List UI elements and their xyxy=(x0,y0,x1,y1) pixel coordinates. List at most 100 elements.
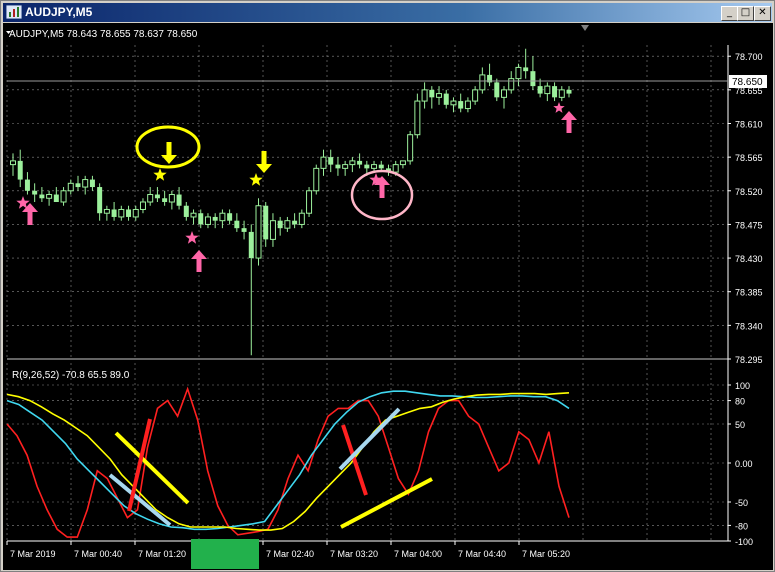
current-price-label: 78.650 xyxy=(732,77,763,88)
candle-body-bull xyxy=(313,167,320,192)
candle-body-bear xyxy=(328,157,334,165)
candle-body-bear xyxy=(97,187,103,214)
candle-body-bear xyxy=(39,194,45,199)
close-button[interactable]: ✕ xyxy=(754,6,771,21)
candle-body-bull xyxy=(479,74,486,91)
candle-body-bull xyxy=(103,208,110,214)
window-title: AUDJPY,M5 xyxy=(25,5,93,19)
candle-body-bear xyxy=(234,220,240,229)
candle-body-bull xyxy=(544,85,551,95)
chart-app-icon xyxy=(6,5,22,19)
candle-body-bull xyxy=(558,89,565,98)
candle-body-bull xyxy=(46,194,53,199)
chart-window: AUDJPY,M5 _ □ ✕ 78.700 78.655 78.610 78.565… xyxy=(0,0,775,572)
candle-body-bull xyxy=(421,89,428,102)
candle-body-bull xyxy=(414,100,421,136)
candle-body-bear xyxy=(357,160,363,165)
candle-body-bear xyxy=(162,198,168,202)
candle-body-bull xyxy=(118,208,125,218)
indicator-tick-label: -50 xyxy=(735,498,748,508)
candle-body-bull xyxy=(67,182,74,192)
candle-body-bear xyxy=(111,209,117,217)
candle-body-bull xyxy=(392,164,399,173)
time-tick-label: 7 Mar 00:40 xyxy=(74,549,122,559)
candle-body-bull xyxy=(349,160,356,166)
candle-body-bull xyxy=(371,164,378,169)
candle-body-bull xyxy=(399,160,406,166)
candle-body-bear xyxy=(53,194,59,202)
candle-body-bear xyxy=(458,101,464,109)
time-tick-label: 7 Mar 05:20 xyxy=(522,549,570,559)
candle-body-bear xyxy=(212,216,218,221)
candle-body-bear xyxy=(24,179,30,191)
candle-body-bull xyxy=(306,190,313,214)
candle-body-bear xyxy=(89,179,95,188)
minimize-button[interactable]: _ xyxy=(721,6,738,21)
candle-body-bear xyxy=(263,205,269,240)
candle-body-bear xyxy=(227,213,233,221)
candle-body-bull xyxy=(450,100,457,106)
candle-body-bull xyxy=(132,208,139,218)
candle-body-bull xyxy=(147,194,154,203)
candle-body-bull xyxy=(139,201,146,210)
candle-body-bear xyxy=(552,86,558,98)
candle-body-bear xyxy=(443,93,449,105)
price-tick-label: 78.340 xyxy=(735,321,763,331)
candle-body-bull xyxy=(190,212,197,218)
candle-body-bear xyxy=(335,164,341,169)
indicator-tick-label: 100 xyxy=(735,381,750,391)
candle-body-bear xyxy=(566,89,572,94)
candle-body-bear xyxy=(494,82,500,98)
time-tick-label: 7 Mar 01:20 xyxy=(138,549,186,559)
time-tick-label: 7 Mar 04:40 xyxy=(458,549,506,559)
candle-body-bear xyxy=(183,205,189,217)
candle-body-bull xyxy=(255,205,262,259)
candle-body-bear xyxy=(75,183,81,188)
candle-body-bear xyxy=(248,231,254,259)
candle-body-bear xyxy=(364,164,370,169)
price-tick-label: 78.610 xyxy=(735,120,763,130)
chart-area[interactable]: 78.70078.65578.61078.56578.52078.47578.4… xyxy=(3,23,773,570)
time-tick-label: 7 Mar 02:40 xyxy=(266,549,314,559)
candle-body-bull xyxy=(168,194,175,203)
price-tick-label: 78.430 xyxy=(735,254,763,264)
candle-body-bull xyxy=(269,220,276,240)
candle-body-bull xyxy=(219,212,226,222)
candle-body-bear xyxy=(429,89,435,98)
candle-body-bull xyxy=(508,78,515,91)
candle-body-bull xyxy=(464,100,471,110)
candle-body-bear xyxy=(530,71,536,87)
candle-body-bull xyxy=(472,89,479,102)
price-tick-label: 78.385 xyxy=(735,288,763,298)
candle-body-bear xyxy=(154,194,160,199)
indicator-label: R(9,26,52) -70.8 65.5 89.0 xyxy=(12,370,130,381)
candle-body-bear xyxy=(523,67,529,72)
window-titlebar[interactable]: AUDJPY,M5 _ □ ✕ xyxy=(3,3,772,22)
time-tick-label: 7 Mar 2019 xyxy=(10,549,56,559)
candle-body-bear xyxy=(17,160,23,180)
candle-body-bull xyxy=(284,220,291,229)
time-tick-label: 7 Mar 04:00 xyxy=(394,549,442,559)
candle-body-bull xyxy=(204,216,211,225)
candle-body-bull xyxy=(60,190,67,203)
candle-body-bull xyxy=(10,160,16,166)
indicator-tick-label: 50 xyxy=(735,420,745,430)
maximize-button[interactable]: □ xyxy=(737,6,754,21)
candle-body-bear xyxy=(537,86,543,94)
price-tick-label: 78.475 xyxy=(735,220,763,230)
candle-body-bull xyxy=(515,66,522,80)
candle-body-bear xyxy=(241,228,247,232)
candle-body-bear xyxy=(126,209,132,217)
indicator-tick-label: -80 xyxy=(735,521,748,531)
indicator-tick-label: 0.00 xyxy=(735,459,753,469)
chart-header: AUDJPY,M5 78.643 78.655 78.637 78.650 xyxy=(9,29,198,40)
candle-body-bull xyxy=(82,179,89,188)
green-highlight-block xyxy=(191,539,259,569)
candle-body-bear xyxy=(292,220,298,225)
candle-body-bull xyxy=(436,93,443,98)
candle-body-bull xyxy=(320,156,327,169)
candle-body-bull xyxy=(298,212,305,225)
candle-body-bear xyxy=(198,213,204,225)
price-tick-label: 78.520 xyxy=(735,187,763,197)
chart-background xyxy=(3,23,773,570)
